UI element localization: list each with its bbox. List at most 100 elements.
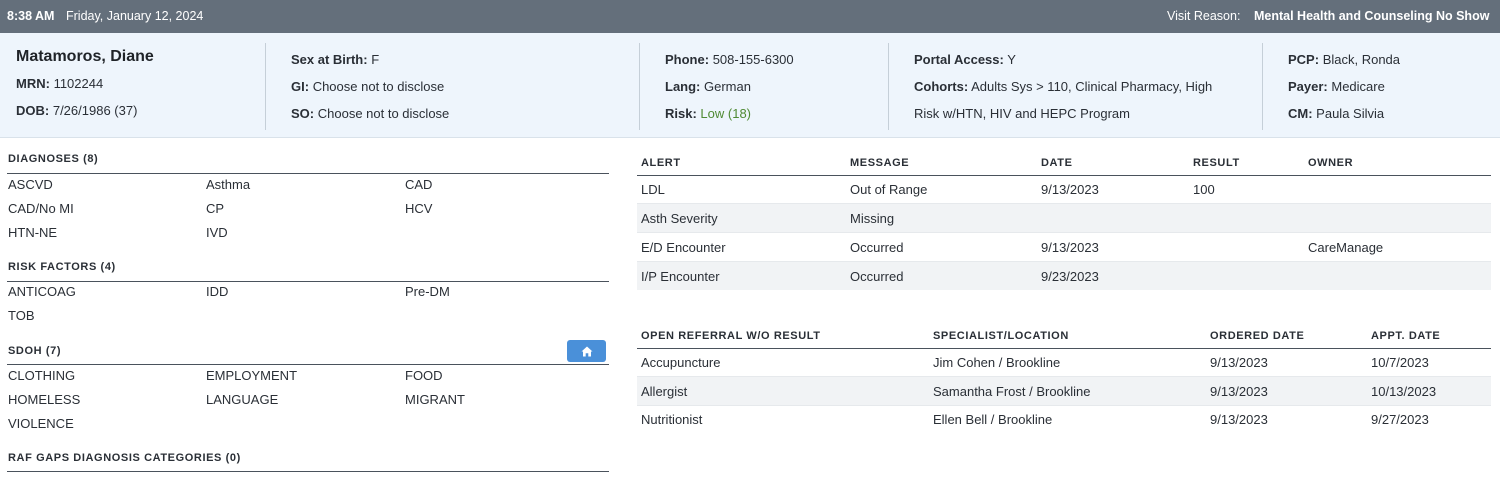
- alert-name: Asth Severity: [641, 211, 718, 226]
- referral-type: Nutritionist: [641, 412, 703, 427]
- alert-date: 9/13/2023: [1041, 240, 1099, 255]
- referral-specialist: Jim Cohen / Brookline: [933, 355, 1061, 370]
- gi-label: GI:: [291, 79, 310, 94]
- patient-name: Matamoros, Diane: [16, 48, 154, 65]
- phone-value: 508-155-6300: [712, 52, 794, 67]
- visit-reason-value: Mental Health and Counseling No Show: [1254, 9, 1490, 23]
- payer-label: Payer:: [1288, 79, 1328, 94]
- referral-ordered-date: 9/13/2023: [1210, 384, 1268, 399]
- alerts-header-message: MESSAGE: [850, 157, 910, 169]
- diagnosis-item: IVD: [206, 225, 228, 240]
- table-row[interactable]: LDL Out of Range 9/13/2023 100: [637, 175, 1491, 203]
- table-row[interactable]: Accupuncture Jim Cohen / Brookline 9/13/…: [637, 348, 1491, 376]
- diagnosis-item: CP: [206, 201, 225, 216]
- payer-field: Payer: Medicare: [1288, 79, 1385, 94]
- alert-message: Missing: [850, 211, 895, 226]
- dob-label: DOB:: [16, 103, 50, 118]
- phone-label: Phone:: [665, 52, 710, 67]
- mrn-label: MRN:: [16, 76, 50, 91]
- pcp-field: PCP: Black, Ronda: [1288, 52, 1400, 67]
- risk-label: Risk:: [665, 106, 697, 121]
- gi-field: GI: Choose not to disclose: [291, 79, 444, 94]
- banner-divider: [265, 43, 266, 130]
- patient-banner: Matamoros, Diane MRN: 1102244 DOB: 7/26/…: [0, 33, 1500, 138]
- home-icon: [581, 346, 592, 356]
- payer-value: Medicare: [1331, 79, 1385, 94]
- visit-reason-label: Visit Reason:: [1167, 9, 1241, 23]
- current-date: Friday, January 12, 2024: [66, 9, 204, 23]
- sdoh-item: EMPLOYMENT: [206, 368, 298, 383]
- referral-appt-date: 9/27/2023: [1371, 412, 1429, 427]
- alert-message: Occurred: [850, 240, 904, 255]
- portal-value: Y: [1007, 52, 1016, 67]
- alert-name: LDL: [641, 182, 665, 197]
- referrals-header-appt-date: APPT. DATE: [1371, 330, 1441, 342]
- sex-value: F: [371, 52, 380, 67]
- sdoh-home-button[interactable]: [567, 340, 606, 362]
- mrn-field: MRN: 1102244: [16, 76, 103, 91]
- dob-field: DOB: 7/26/1986 (37): [16, 103, 137, 118]
- dob-value: 7/26/1986 (37): [52, 103, 138, 118]
- table-row[interactable]: E/D Encounter Occurred 9/13/2023 CareMan…: [637, 233, 1491, 261]
- risk-factors-title: RISK FACTORS (4): [8, 261, 116, 273]
- sdoh-item: MIGRANT: [405, 392, 465, 407]
- sdoh-title: SDOH (7): [8, 345, 62, 357]
- alert-owner: CareManage: [1308, 240, 1384, 255]
- sdoh-item: LANGUAGE: [206, 392, 279, 407]
- referral-type: Accupuncture: [641, 355, 721, 370]
- lang-label: Lang:: [665, 79, 701, 94]
- referrals-header-ordered-date: ORDERED DATE: [1210, 330, 1305, 342]
- diagnosis-item: HTN-NE: [8, 225, 58, 240]
- diagnoses-title: DIAGNOSES (8): [8, 153, 99, 165]
- diagnosis-item: HCV: [405, 201, 433, 216]
- table-row[interactable]: Nutritionist Ellen Bell / Brookline 9/13…: [637, 405, 1491, 433]
- alert-message: Out of Range: [850, 182, 928, 197]
- gi-value: Choose not to disclose: [312, 79, 445, 94]
- top-bar: 8:38 AM Friday, January 12, 2024 Visit R…: [0, 0, 1500, 33]
- section-divider: [7, 281, 609, 282]
- cm-value: Paula Silvia: [1316, 106, 1385, 121]
- table-row[interactable]: Asth Severity Missing: [637, 204, 1491, 232]
- pcp-label: PCP:: [1288, 52, 1320, 67]
- alert-date: 9/13/2023: [1041, 182, 1099, 197]
- risk-value: Low (18): [700, 106, 751, 121]
- alerts-header-alert: ALERT: [641, 157, 681, 169]
- cm-label: CM:: [1288, 106, 1313, 121]
- phone-field: Phone: 508-155-6300: [665, 52, 794, 67]
- diagnosis-item: Asthma: [206, 177, 251, 192]
- referrals-header-specialist: SPECIALIST/LOCATION: [933, 330, 1069, 342]
- sdoh-item: HOMELESS: [8, 392, 81, 407]
- referral-specialist: Ellen Bell / Brookline: [933, 412, 1053, 427]
- alerts-header-date: DATE: [1041, 157, 1073, 169]
- so-field: SO: Choose not to disclose: [291, 106, 449, 121]
- referral-type: Allergist: [641, 384, 688, 399]
- referral-appt-date: 10/13/2023: [1371, 384, 1437, 399]
- sex-field: Sex at Birth: F: [291, 52, 379, 67]
- current-time: 8:38 AM: [7, 9, 55, 23]
- alerts-header-result: RESULT: [1193, 157, 1240, 169]
- referral-appt-date: 10/7/2023: [1371, 355, 1429, 370]
- risk-factor-item: Pre-DM: [405, 284, 450, 299]
- sdoh-item: FOOD: [405, 368, 443, 383]
- cohorts-label: Cohorts:: [914, 79, 969, 94]
- diagnosis-item: CAD/No MI: [8, 201, 74, 216]
- risk-factor-item: TOB: [8, 308, 35, 323]
- diagnosis-item: ASCVD: [8, 177, 53, 192]
- sdoh-item: VIOLENCE: [8, 416, 74, 431]
- sex-label: Sex at Birth:: [291, 52, 368, 67]
- alerts-header-owner: OWNER: [1308, 157, 1354, 169]
- portal-field: Portal Access: Y: [914, 52, 1016, 67]
- pcp-value: Black, Ronda: [1322, 52, 1401, 67]
- risk-factor-item: ANTICOAG: [8, 284, 76, 299]
- so-label: SO:: [291, 106, 315, 121]
- alert-name: E/D Encounter: [641, 240, 726, 255]
- lang-field: Lang: German: [665, 79, 751, 94]
- cm-field: CM: Paula Silvia: [1288, 106, 1384, 121]
- banner-divider: [888, 43, 889, 130]
- table-row[interactable]: I/P Encounter Occurred 9/23/2023: [637, 262, 1491, 290]
- referral-ordered-date: 9/13/2023: [1210, 412, 1268, 427]
- sdoh-item: CLOTHING: [8, 368, 76, 383]
- portal-label: Portal Access:: [914, 52, 1004, 67]
- section-divider: [7, 173, 609, 174]
- table-row[interactable]: Allergist Samantha Frost / Brookline 9/1…: [637, 377, 1491, 405]
